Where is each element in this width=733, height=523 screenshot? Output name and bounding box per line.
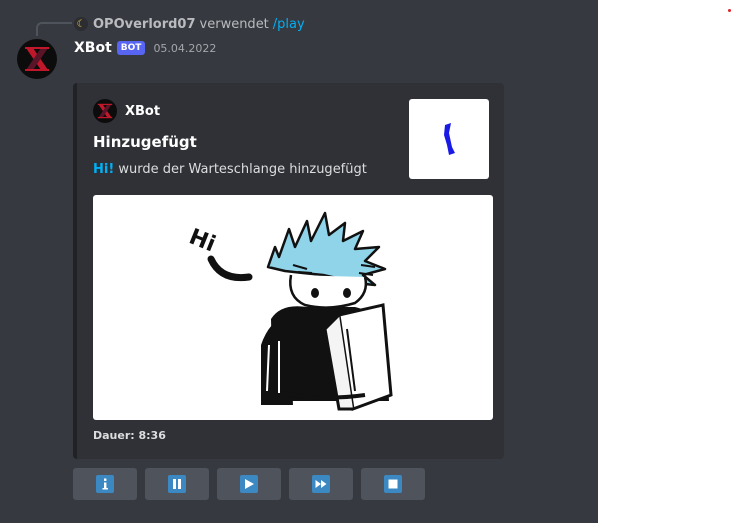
reply-spine: [36, 22, 72, 36]
message-timestamp: 05.04.2022: [153, 41, 217, 55]
x-logo-icon: [25, 47, 49, 71]
embed-author: XBot: [93, 99, 160, 123]
author-avatar: [93, 99, 117, 123]
skip-button[interactable]: [289, 468, 353, 500]
play-button[interactable]: [217, 468, 281, 500]
status-dot: [728, 9, 731, 12]
bot-avatar[interactable]: [17, 39, 57, 79]
chat-area: ☾ OPOverlord07 verwendet /play XBot BOT …: [0, 0, 598, 523]
embed-card: XBot Hinzugefügt Hi! wurde der Warteschl…: [73, 83, 504, 459]
info-icon: [96, 475, 114, 493]
description-text: wurde der Warteschlange hinzugefügt: [114, 162, 367, 177]
stop-icon: [384, 475, 402, 493]
bot-badge: BOT: [116, 41, 146, 55]
embed-author-name: XBot: [125, 103, 161, 119]
pause-button[interactable]: [145, 468, 209, 500]
embed-title: Hinzugefügt: [93, 133, 197, 151]
embed-footer: Dauer: 8:36: [93, 429, 166, 442]
sketch-hi-text: Hi: [185, 224, 218, 257]
pause-icon: [168, 475, 186, 493]
stop-button[interactable]: [361, 468, 425, 500]
embed-image[interactable]: Hi: [93, 195, 493, 420]
reply-command[interactable]: /play: [273, 17, 305, 32]
song-link[interactable]: Hi!: [93, 162, 114, 177]
reply-verb: verwendet: [199, 16, 269, 32]
embed-thumbnail[interactable]: [409, 99, 489, 179]
reply-reference[interactable]: ☾ OPOverlord07 verwendet /play: [74, 15, 305, 33]
player-controls: [73, 468, 425, 500]
embed-description: Hi! wurde der Warteschlange hinzugefügt: [93, 162, 367, 177]
reply-username[interactable]: OPOverlord07: [93, 17, 196, 32]
play-icon: [240, 475, 258, 493]
fast-forward-icon: [312, 475, 330, 493]
thumbnail-mark-icon: [444, 123, 455, 155]
info-button[interactable]: [73, 468, 137, 500]
message-header: XBot BOT 05.04.2022: [74, 38, 216, 58]
moon-icon: ☾: [74, 17, 88, 31]
sketch-illustration: Hi: [185, 211, 393, 412]
bot-username[interactable]: XBot: [74, 40, 112, 56]
x-logo-icon: [97, 103, 113, 119]
